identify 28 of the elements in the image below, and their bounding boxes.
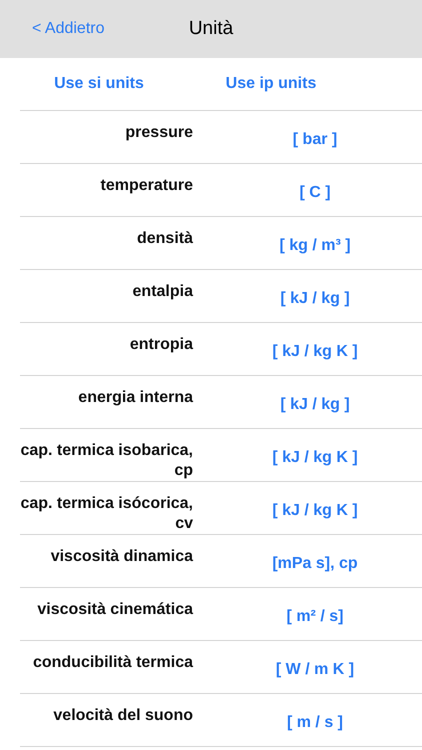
- unit-link[interactable]: [ kJ / kg ]: [280, 396, 350, 414]
- quantity-label: densità: [136, 229, 193, 249]
- back-link[interactable]: < Addietro: [32, 20, 104, 38]
- screen-title: Unità: [188, 18, 234, 39]
- unit-link[interactable]: [mPa s], cp: [272, 555, 358, 573]
- unit-link[interactable]: [ kJ / kg K ]: [272, 449, 358, 467]
- unit-link[interactable]: [ kJ / kg K ]: [272, 343, 358, 361]
- unit-system-button[interactable]: Use si units: [52, 71, 146, 97]
- unit-link[interactable]: [ W / m K ]: [276, 661, 354, 679]
- unit-link[interactable]: [ kg / m³ ]: [279, 237, 351, 255]
- quantity-label: conducibilità termica: [32, 653, 193, 673]
- quantity-label: cap. termica isobarica, cp: [19, 441, 193, 481]
- unit-link[interactable]: [ bar ]: [292, 131, 338, 149]
- unit-system-button[interactable]: Use ip units: [224, 71, 318, 97]
- unit-link[interactable]: [ m / s ]: [286, 714, 343, 732]
- quantity-label: energia interna: [77, 388, 193, 408]
- quantity-label: entalpia: [132, 282, 193, 302]
- unit-link[interactable]: [ C ]: [299, 184, 331, 202]
- quantity-label: velocità del suono: [52, 706, 193, 726]
- quantity-label: viscosità dinamica: [50, 547, 193, 567]
- quantity-label: temperature: [100, 176, 193, 196]
- unit-link[interactable]: [ kJ / kg K ]: [272, 502, 358, 520]
- quantity-label: pressure: [124, 123, 193, 143]
- quantity-label: viscosità cinemática: [36, 600, 193, 620]
- unit-link[interactable]: [ kJ / kg ]: [280, 290, 350, 308]
- quantity-label: entropia: [128, 335, 193, 355]
- unit-link[interactable]: [ m² / s]: [286, 608, 344, 626]
- quantity-label: cap. termica isócorica, cv: [19, 494, 193, 534]
